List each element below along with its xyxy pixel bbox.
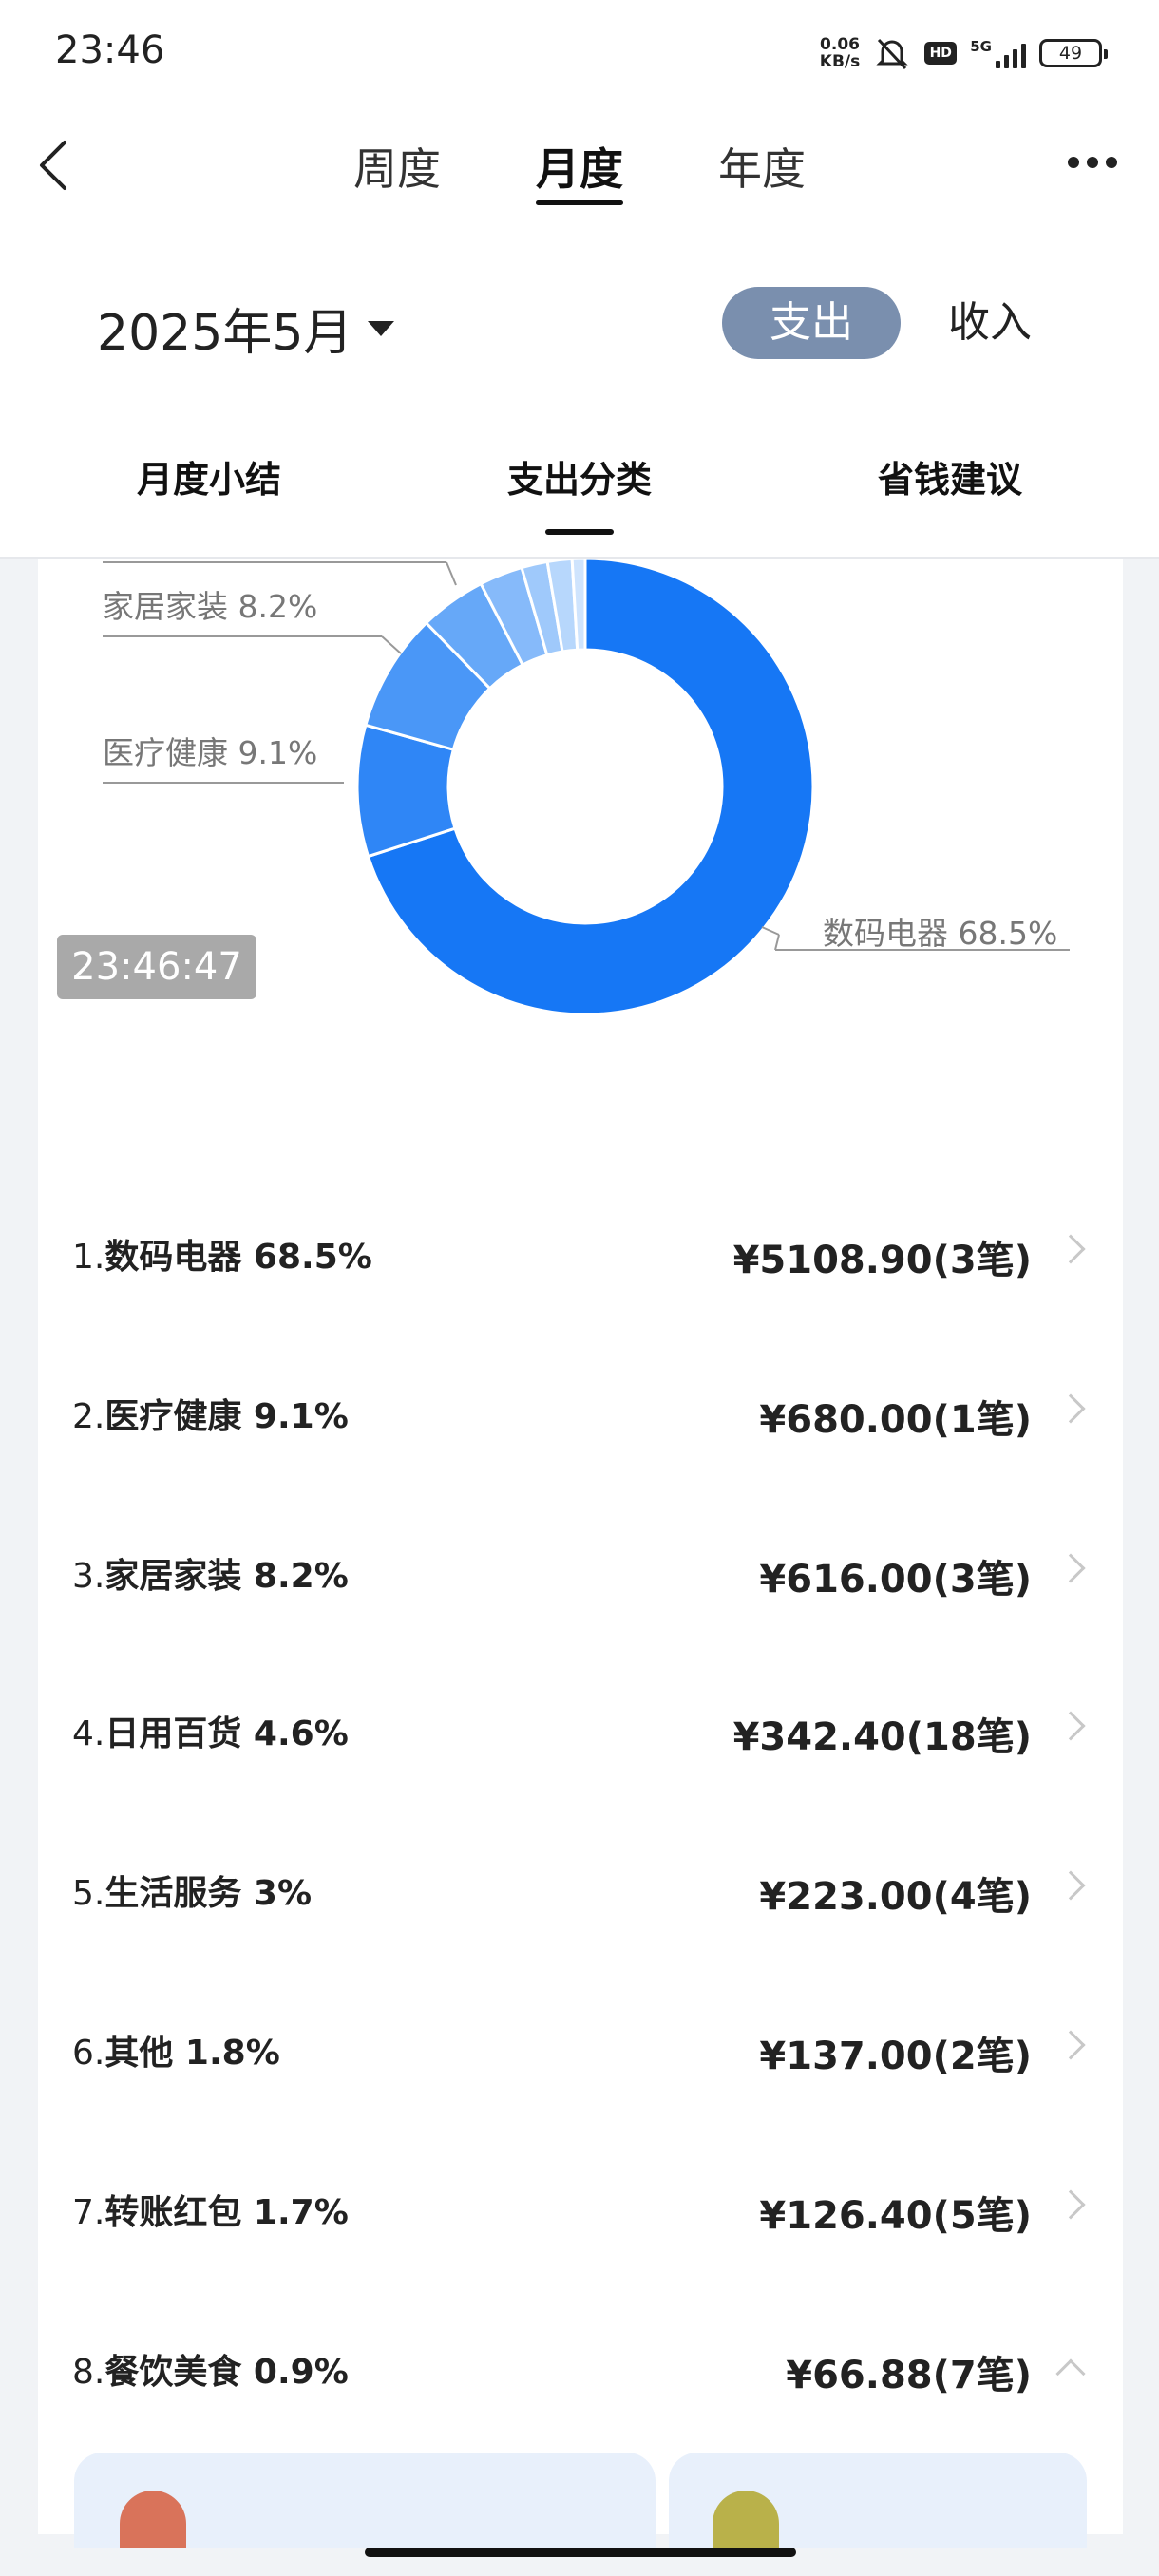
tab-expense-category[interactable]: 支出分类: [507, 450, 652, 535]
chevron-right-icon: [1055, 1234, 1086, 1264]
tab-weekly[interactable]: 周度: [353, 135, 441, 201]
category-name: 7.转账红包 1.7%: [72, 2193, 349, 2232]
category-amount: ¥5108.90(3笔): [732, 1239, 1032, 1282]
category-name: 4.日用百货 4.6%: [72, 1714, 349, 1753]
list-item[interactable]: 1.数码电器 68.5% ¥5108.90(3笔): [72, 1216, 1089, 1292]
bell-muted-icon: [876, 38, 908, 70]
status-time: 23:46: [55, 28, 165, 72]
caret-down-icon: [368, 320, 395, 336]
category-amount: ¥223.00(4笔): [759, 1875, 1032, 1919]
category-card: 家居家装 8.2% 医疗健康 9.1% 数码电器 68.5% 1.数码电器 68…: [38, 559, 1123, 2534]
more-options-icon[interactable]: [1068, 157, 1117, 168]
category-amount: ¥616.00(3笔): [759, 1558, 1032, 1601]
battery-icon: 49: [1039, 39, 1108, 67]
category-name: 6.其他 1.8%: [72, 2034, 280, 2073]
chevron-right-icon: [1055, 1711, 1086, 1741]
list-item[interactable]: 2.医疗健康 9.1% ¥680.00(1笔): [72, 1375, 1089, 1451]
chevron-right-icon: [1055, 2189, 1086, 2220]
tab-monthly-summary[interactable]: 月度小结: [137, 450, 281, 502]
category-name: 1.数码电器 68.5%: [72, 1238, 372, 1277]
tab-monthly[interactable]: 月度: [536, 135, 623, 205]
list-item[interactable]: 5.生活服务 3% ¥223.00(4笔): [72, 1852, 1089, 1928]
income-toggle[interactable]: 收入: [933, 287, 1047, 359]
list-item[interactable]: 6.其他 1.8% ¥137.00(2笔): [72, 2012, 1089, 2088]
month-label: 2025年5月: [97, 305, 353, 362]
category-amount: ¥137.00(2笔): [759, 2035, 1032, 2078]
net-speed-value: 0.06: [820, 35, 860, 54]
home-indicator[interactable]: [365, 2548, 796, 2557]
callout-label-medical: 医疗健康 9.1%: [103, 734, 317, 771]
category-name: 2.医疗健康 9.1%: [72, 1397, 349, 1436]
callout-label-home: 家居家装 8.2%: [103, 588, 317, 625]
network-type: 5G: [970, 38, 992, 55]
top-nav: 周度 月度 年度: [0, 123, 1159, 209]
category-amount: ¥66.88(7笔): [786, 2354, 1032, 2397]
category-amount: ¥342.40(18笔): [732, 1715, 1032, 1759]
signal-icon: 5G: [970, 38, 1026, 68]
list-item[interactable]: 4.日用百货 4.6% ¥342.40(18笔): [72, 1693, 1089, 1769]
category-amount: ¥680.00(1笔): [759, 1398, 1032, 1442]
transaction-card[interactable]: [74, 2453, 656, 2548]
donut-chart: 家居家装 8.2% 医疗健康 9.1% 数码电器 68.5%: [103, 559, 1070, 1016]
chevron-right-icon: [1055, 1553, 1086, 1583]
net-speed-unit: KB/s: [819, 52, 861, 71]
tab-saving-tips[interactable]: 省钱建议: [878, 450, 1022, 502]
chevron-right-icon: [1055, 1870, 1086, 1901]
list-item[interactable]: 8.餐饮美食 0.9% ¥66.88(7笔): [72, 2331, 1089, 2407]
chevron-right-icon: [1055, 2030, 1086, 2060]
month-selector[interactable]: 2025年5月: [97, 293, 395, 364]
transaction-card[interactable]: [669, 2453, 1087, 2548]
expense-toggle[interactable]: 支出: [722, 287, 901, 359]
food-image-icon: [120, 2491, 186, 2548]
timestamp-overlay: 23:46:47: [57, 935, 256, 999]
net-speed: 0.06 KB/s: [820, 36, 860, 70]
status-icons: 0.06 KB/s HD 5G 49: [820, 34, 1108, 72]
category-amount: ¥126.40(5笔): [759, 2194, 1032, 2238]
category-name: 5.生活服务 3%: [72, 1874, 313, 1913]
list-item[interactable]: 3.家居家装 8.2% ¥616.00(3笔): [72, 1535, 1089, 1611]
tab-yearly[interactable]: 年度: [718, 135, 806, 201]
chevron-right-icon: [1055, 1393, 1086, 1424]
status-bar: 23:46 0.06 KB/s HD 5G 49: [0, 0, 1159, 104]
list-item[interactable]: 7.转账红包 1.7% ¥126.40(5笔): [72, 2171, 1089, 2247]
callout-label-digital: 数码电器 68.5%: [823, 915, 1057, 952]
chevron-up-icon: [1055, 2358, 1086, 2389]
food-image-icon: [712, 2491, 779, 2548]
back-arrow-icon[interactable]: [32, 137, 80, 194]
category-name: 8.餐饮美食 0.9%: [72, 2353, 349, 2392]
hd-icon: HD: [924, 42, 958, 65]
category-name: 3.家居家装 8.2%: [72, 1557, 349, 1596]
